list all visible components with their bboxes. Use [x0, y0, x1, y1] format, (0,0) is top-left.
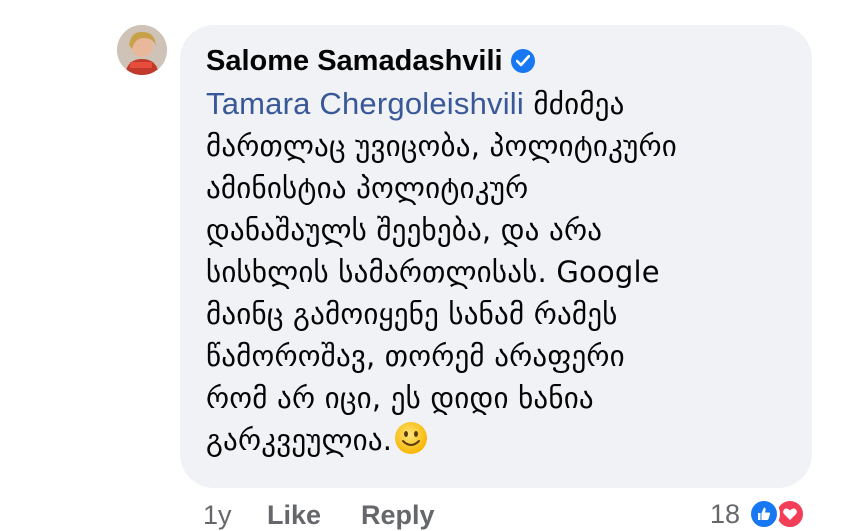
- comment-line-9: გარკვეულია.: [206, 419, 788, 461]
- comment-header: Salome Samadashvili: [206, 43, 788, 79]
- comment-line-7: წამოროშავ, თორემ არაფერი: [206, 339, 625, 373]
- like-button[interactable]: Like: [267, 500, 361, 531]
- author-avatar[interactable]: [117, 25, 167, 75]
- comment-bubble: Salome Samadashvili Tamara Chergoleishvi…: [180, 25, 812, 488]
- comment-line-1: Tamara Chergoleishvili მძიმეა: [206, 83, 788, 125]
- like-reaction-icon: [748, 498, 781, 530]
- reply-button[interactable]: Reply: [361, 500, 435, 531]
- comment-text: Tamara Chergoleishvili მძიმეა მართლაც უვ…: [206, 83, 788, 461]
- reactions-summary[interactable]: 18: [710, 498, 807, 530]
- comment-text-fragment: გარკვეულია.: [206, 423, 393, 457]
- comment-timestamp[interactable]: 1y: [203, 500, 267, 531]
- author-name[interactable]: Salome Samadashvili: [206, 45, 503, 78]
- avatar-photo: [117, 25, 167, 75]
- comment-line-8: რომ არ იცი, ეს დიდი ხანია: [206, 381, 594, 415]
- comment-line-6: მაინც გამოიყენე სანამ რამეს: [206, 297, 618, 331]
- smiling-face-emoji-icon: [394, 421, 428, 455]
- comment-line-4: დანაშაულს შეეხება, და არა: [206, 213, 603, 247]
- comment-actions: 1y Like Reply: [203, 500, 435, 531]
- comment-line-5: სისხლის სამართლისას. Google: [206, 255, 660, 289]
- comment-text-fragment: მძიმეა: [533, 87, 625, 121]
- comment-line-3: ამინისტია პოლიტიკურ: [206, 171, 529, 205]
- verified-badge-icon: [510, 49, 535, 73]
- mention-link[interactable]: Tamara Chergoleishvili: [206, 86, 524, 121]
- comment-line-2: მართლაც უვიცობა, პოლიტიკური: [206, 129, 677, 163]
